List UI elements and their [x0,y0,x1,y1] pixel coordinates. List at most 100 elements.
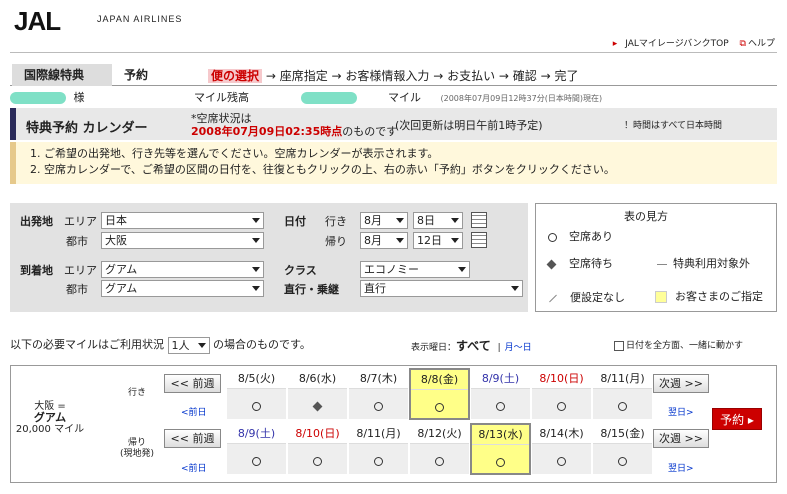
outbound-date-label: 行き [325,215,347,228]
legend-waitlist: 空席待ち [546,255,613,271]
origin-city-select[interactable]: 大阪 [101,232,264,249]
origin-city-label: 都市 [66,235,88,248]
outbound-day-date: 8/8(金) [411,370,468,390]
as-of-timestamp: (2008年07月09日12時37分(日本時間)現在) [440,94,603,103]
return-day-cell[interactable]: 8/10(日) [287,423,348,475]
outbound-day-cell[interactable]: 8/7(木) [348,368,409,420]
persons-select[interactable]: 1人 [167,336,210,354]
weekday-alt-link[interactable]: 月〜日 [505,343,532,353]
reserve-button[interactable]: 予約 ▸ [712,408,762,430]
legend-no-flight: 便設定なし [548,289,625,305]
legend-not-eligible: 特典利用対象外 [657,255,750,271]
return-date-label: 帰り [325,235,347,248]
available-circle-icon [593,399,652,412]
class-label: クラス [284,264,317,277]
move-all-checkbox[interactable] [614,340,624,351]
return-day-date: 8/15(金) [593,424,652,444]
honorific: 様 [73,91,85,104]
return-day-cell[interactable]: 8/9(土) [226,423,287,475]
route-to: グアム [33,411,67,424]
return-next-week-button[interactable]: 次週 >> [653,429,709,448]
available-circle-icon [471,399,530,412]
available-circle-icon [349,454,408,467]
miles-unit: マイル [388,91,421,104]
origin-area-select[interactable]: 日本 [101,212,264,229]
diamond-icon [546,259,557,269]
legend-selected: お客さまのご指定 [655,288,763,304]
outbound-day-cell[interactable]: 8/9(土) [470,368,531,420]
return-day-select[interactable]: 12日 [413,232,463,249]
status-time: 2008年07月09日02:35時点 [191,125,343,138]
legend-available: 空席あり [548,228,613,244]
step-current: 便の選択 [208,69,263,83]
outbound-day-date: 8/10(日) [532,369,591,389]
return-day-date: 8/12(火) [410,424,469,444]
return-day-cell[interactable]: 8/15(金) [592,423,653,475]
return-day-date: 8/13(水) [472,425,529,445]
help-icon: ⧉ [739,39,746,49]
available-circle-icon [227,454,286,467]
circle-icon [548,232,557,242]
next-update: (次回更新は明日午前1時予定) [395,119,543,132]
mileage-bank-link[interactable]: JALマイレージバンクTOP [625,39,728,49]
return-day-cell[interactable]: 8/13(水) [470,423,531,475]
return-prev-day-link[interactable]: <前日 [181,461,207,474]
logo-subtitle: JAPAN AIRLINES [97,14,183,24]
slash-icon [549,294,557,302]
outbound-day-cell[interactable]: 8/10(日) [531,368,592,420]
return-prev-week-button[interactable]: << 前週 [164,429,221,448]
weekday-filter: 表示曜日：すべて | 月〜日 [411,339,532,353]
outbound-day-date: 8/6(水) [288,369,347,389]
user-row: 様 マイル残高 マイル (2008年07月09日12時37分(日本時間)現在) [10,89,777,105]
return-row-label: 帰り (現地発) [120,438,155,459]
dash-icon [657,263,667,265]
outbound-calendar-icon[interactable] [471,212,487,228]
weekday-current: すべて [456,339,491,353]
nonstop-select[interactable]: 直行 [360,280,523,297]
dest-label: 到着地 [20,264,53,277]
outbound-next-week-button[interactable]: 次週 >> [653,374,709,393]
return-day-date: 8/14(木) [532,424,591,444]
available-circle-icon [411,400,468,413]
return-day-cell[interactable]: 8/14(木) [531,423,592,475]
move-all-option: 日付を全方面、一緒に動かす [614,338,743,351]
dest-area-select[interactable]: グアム [101,261,264,278]
miles-value-redacted [300,92,357,104]
available-circle-icon [532,454,591,467]
outbound-prev-day-link[interactable]: <前日 [181,405,207,418]
instruction-1: 1. ご希望の出発地、行き先等を選んでください。空席カレンダーが表示されます。 [30,147,439,160]
miles-row: 以下の必要マイルはご利用状況 1人 の場合のものです。 [10,336,311,354]
outbound-day-cell[interactable]: 8/8(金) [409,368,470,420]
return-day-date: 8/10(日) [288,424,347,444]
outbound-day-date: 8/9(土) [471,369,530,389]
outbound-day-select[interactable]: 8日 [413,212,463,229]
return-month-select[interactable]: 8月 [360,232,408,249]
outbound-day-cell[interactable]: 8/5(火) [226,368,287,420]
outbound-day-cell[interactable]: 8/11(月) [592,368,653,420]
available-circle-icon [349,399,408,412]
calendar-title: 特典予約 カレンダー [26,121,148,136]
origin-label: 出発地 [20,215,53,228]
outbound-month-select[interactable]: 8月 [360,212,408,229]
outbound-next-day-link[interactable]: 翌日> [668,405,694,418]
tab-international-award: 国際線特典 [12,64,112,86]
return-calendar-icon[interactable] [471,232,487,248]
available-circle-icon [532,399,591,412]
timezone-note: ！時間はすべて日本時間 [624,121,723,131]
return-day-cell[interactable]: 8/11(月) [348,423,409,475]
outbound-day-cell[interactable]: 8/6(水) [287,368,348,420]
status-time-line: 2008年07月09日02:35時点のものです [191,123,397,139]
help-link[interactable]: ヘルプ [748,39,775,49]
outbound-row-label: 行き [128,388,147,398]
miles-label: マイル残高 [194,91,249,104]
return-next-day-link[interactable]: 翌日> [668,461,694,474]
outbound-prev-week-button[interactable]: << 前週 [164,374,221,393]
route-info: 大阪 = グアム 20,000 マイル [10,401,90,435]
outbound-day-date: 8/5(火) [227,369,286,389]
status-suffix: のものです [342,125,398,138]
available-circle-icon [472,455,529,468]
nonstop-label: 直行・乗継 [284,283,339,296]
class-select[interactable]: エコノミー [360,261,470,278]
dest-city-select[interactable]: グアム [101,280,264,297]
return-day-cell[interactable]: 8/12(火) [409,423,470,475]
